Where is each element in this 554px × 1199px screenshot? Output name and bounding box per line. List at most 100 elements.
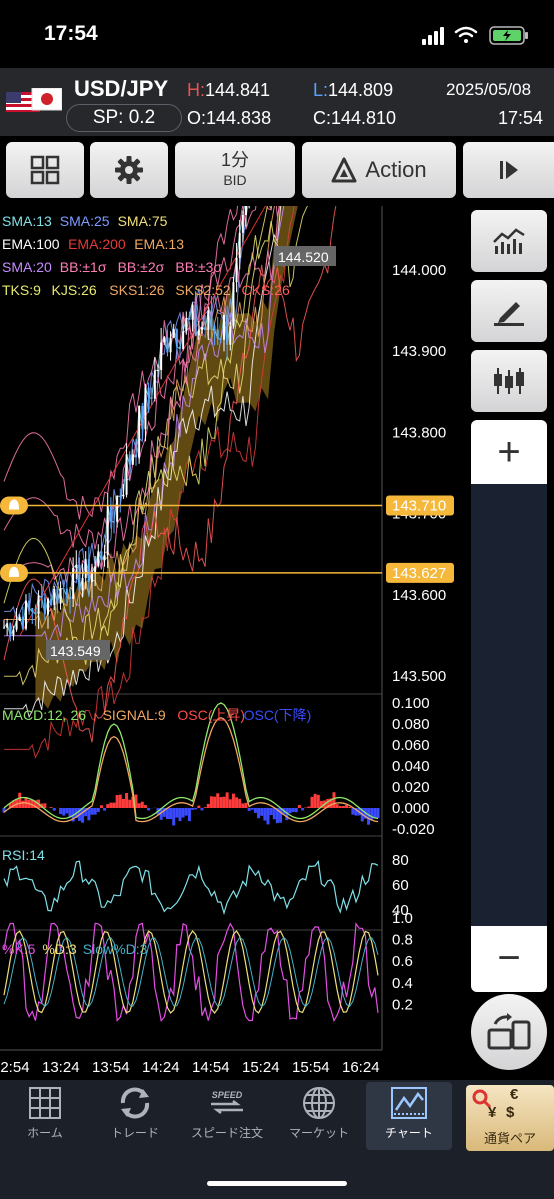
close-price: C:144.810 [313,108,397,128]
macd-tick: 0.020 [392,779,430,796]
osc-bar [93,808,97,815]
time-tick: 13:54 [92,1059,130,1076]
indicator-legend: SMA:75 [118,213,168,229]
zoom-in-button[interactable]: + [471,420,547,484]
osc-bar [112,802,116,808]
pencil-icon [494,302,524,326]
time-tick: 13:24 [42,1059,80,1076]
osc-bar [209,796,213,808]
candle-body [172,329,175,338]
indicator-legend: BB:±3σ [175,259,222,275]
candle-body [122,494,125,497]
osc-bar [341,806,345,808]
timeframe-button[interactable]: 1分 BID [175,142,295,198]
osc-bar [244,802,248,808]
price-tick: 143.500 [392,668,446,685]
candle-body [25,600,27,629]
zoom-out-button[interactable]: − [471,926,547,990]
candle-body [6,623,9,628]
osc-bar [59,808,63,814]
osc-bar [335,804,339,808]
candle-body [100,551,103,561]
macd-tick: 0.040 [392,758,430,775]
svg-text:143.627: 143.627 [392,565,446,582]
action-button[interactable]: Action [302,142,456,198]
price-tick: 143.900 [392,343,446,360]
osc-bar [191,808,195,810]
osc-bar [106,804,110,808]
osc-bar [43,803,47,808]
candle-body [169,337,172,353]
settings-button[interactable] [90,142,168,198]
osc-bar [279,808,283,823]
price-chart[interactable]: 144.600144.500144.400144.300144.200144.1… [0,206,462,1080]
play-replay-button[interactable] [463,142,554,198]
zoom-slider-fill[interactable] [471,484,547,926]
tab-trade[interactable]: トレード [92,1082,178,1150]
rotate-icon [487,1013,531,1050]
tab-speed-order[interactable]: SPEED スピード注文 [184,1082,270,1150]
price-tick: 143.800 [392,424,446,441]
tab-home[interactable]: ホーム [2,1082,88,1150]
rsi-legend: RSI:14 [2,847,45,863]
candle-body [65,588,68,597]
candle-body [43,597,46,615]
osc-bar [260,808,264,816]
osc-bar [263,808,267,821]
candle-body [119,496,122,498]
osc-bar [197,805,201,808]
osc-bar [125,793,129,808]
candle-body [3,627,5,629]
candle-body [138,405,141,458]
osc-bar [253,808,257,813]
time-tick: 15:24 [242,1059,280,1076]
svg-text:143.710: 143.710 [392,497,446,514]
candle-body [34,611,37,614]
currency-pair-title[interactable]: USD/JPY [74,76,168,102]
rotate-screen-button[interactable] [471,994,547,1070]
osc-bar [206,803,210,808]
candle-body [191,304,194,320]
osc-bar [137,803,141,808]
osc-bar [99,805,103,808]
osc-bar [175,808,179,818]
osc-bar [103,808,107,811]
osc-bar [184,808,188,816]
tab-chart[interactable]: チャート [366,1082,452,1150]
candle-body [69,596,71,599]
indicator-legend: BB:±1σ [60,259,107,275]
candle-body [97,551,100,567]
svg-text:¥: ¥ [488,1104,497,1121]
macd-tick: 0.000 [392,800,430,817]
tab-market[interactable]: マーケット [276,1082,362,1150]
layout-button[interactable] [6,142,84,198]
osc-bar [203,807,207,808]
candle-body [40,595,43,598]
draw-button[interactable] [471,280,547,342]
osc-bar [81,808,85,823]
osc-bar [118,794,122,808]
osc-bar [338,805,342,808]
indicator-legend: SKS1:26 [109,282,164,298]
candle-body [94,566,97,573]
stoch-legend: %K:5 [2,941,36,957]
osc-bar [288,808,292,814]
osc-bar [109,802,113,808]
candle-body [245,206,247,216]
macd-tick: -0.020 [392,821,435,838]
time-tick: 16:24 [342,1059,380,1076]
candle-body [87,559,90,583]
indicator-button[interactable] [471,210,547,272]
chart-icon [391,1087,427,1119]
candle-body [18,616,21,621]
candlestick-icon [494,368,524,394]
osc-bar [121,798,125,808]
currency-pair-button[interactable]: € ¥ $ 通貨ペア [466,1085,554,1151]
stoch-tick: 1.0 [392,910,413,927]
candle-body [37,595,40,614]
candle-body [12,629,15,636]
candle-body [53,588,56,606]
osc-bar [231,793,235,808]
grid-layout-icon [30,155,60,185]
candle-type-button[interactable] [471,350,547,412]
